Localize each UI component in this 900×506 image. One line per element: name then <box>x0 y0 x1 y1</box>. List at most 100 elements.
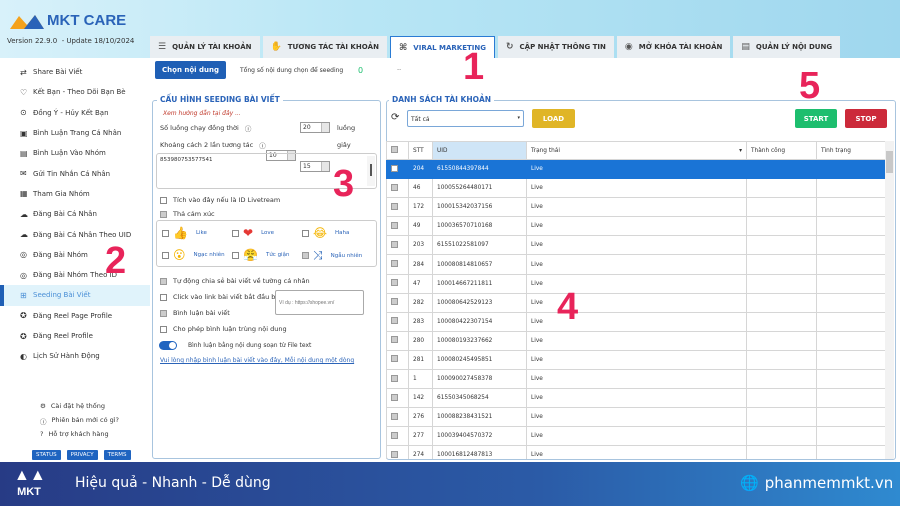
row-checkbox[interactable] <box>386 197 409 218</box>
auto-share-checkbox[interactable] <box>160 277 167 285</box>
reaction-checkbox[interactable] <box>162 251 169 259</box>
account-filter-select[interactable]: Tất cả ▾ <box>407 110 524 127</box>
reaction-option[interactable]: ⤨ Ngẫu nhiên <box>302 248 362 263</box>
sidebar-footer-link[interactable]: ⓘ Phiên bản mới có gì? <box>40 416 119 430</box>
livestream-checkbox[interactable] <box>160 196 167 204</box>
table-row[interactable]: 284 100080814810657 Live <box>386 254 885 275</box>
table-row[interactable]: 282 100080642529123 Live <box>386 292 885 313</box>
sidebar-item[interactable]: ◐ Lịch Sử Hành Động <box>0 346 150 366</box>
tab-3[interactable]: ↻ CẬP NHẬT THÔNG TIN <box>498 36 614 58</box>
row-checkbox[interactable] <box>386 426 409 447</box>
from-file-toggle[interactable] <box>159 341 177 350</box>
table-row[interactable]: 281 100080245495851 Live <box>386 349 885 371</box>
row-checkbox[interactable] <box>386 254 409 275</box>
sidebar-item[interactable]: ✪ Đăng Reel Profile <box>0 326 150 346</box>
table-row[interactable]: 142 61550345068254 Live <box>386 388 885 409</box>
reaction-checkbox[interactable] <box>232 251 239 259</box>
reaction-checkbox[interactable] <box>302 229 309 237</box>
row-checkbox[interactable] <box>386 407 409 428</box>
row-checkbox[interactable] <box>386 178 409 199</box>
row-checkbox[interactable] <box>386 235 409 256</box>
reaction-checkbox[interactable] <box>232 229 239 237</box>
sidebar-item[interactable]: ✉ Gửi Tin Nhắn Cá Nhân <box>0 163 150 183</box>
row-checkbox[interactable] <box>386 369 409 390</box>
sidebar-item[interactable]: ▤ Bình Luận Vào Nhóm <box>0 143 150 163</box>
help-icon[interactable]: ⓘ <box>245 123 252 133</box>
click-link-checkbox[interactable] <box>160 293 167 301</box>
tab-1[interactable]: ✋ TƯƠNG TÁC TÀI KHOẢN <box>262 36 387 58</box>
tab-5[interactable]: ▤ QUẢN LÝ NỘI DUNG <box>733 36 841 58</box>
row-checkbox[interactable] <box>386 158 409 180</box>
column-header[interactable]: Trạng thái ▾ <box>526 141 747 160</box>
reaction-option[interactable]: 😂 Haha <box>302 226 349 240</box>
table-row[interactable]: 274 100016812487813 Live <box>386 445 885 459</box>
sidebar-footer-link[interactable]: ⚙ Cài đặt hệ thống <box>40 402 119 416</box>
guide-link[interactable]: Xem hướng dẫn tại đây ... <box>163 110 241 117</box>
choose-content-button[interactable]: Chọn nội dung <box>155 61 226 79</box>
start-button[interactable]: START <box>795 109 837 128</box>
row-checkbox[interactable] <box>386 311 409 332</box>
table-row[interactable]: 204 61550844397844 Live <box>386 158 885 180</box>
textarea-scrollbar[interactable] <box>367 156 375 186</box>
link-prefix-input[interactable] <box>275 290 364 315</box>
table-row[interactable]: 280 100080193237662 Live <box>386 330 885 351</box>
sidebar-item[interactable]: ▦ Tham Gia Nhóm <box>0 184 150 204</box>
row-checkbox[interactable] <box>386 388 409 409</box>
table-row[interactable]: 47 100014667211811 Live <box>386 273 885 294</box>
legal-link[interactable]: STATUS <box>32 450 61 460</box>
table-row[interactable]: 1 100090027458378 Live <box>386 369 885 390</box>
table-row[interactable]: 283 100080422307154 Live <box>386 311 885 332</box>
legal-link[interactable]: PRIVACY <box>66 450 98 460</box>
column-header[interactable]: Thành công <box>746 141 817 160</box>
tab-4[interactable]: ◉ MỞ KHÓA TÀI KHOẢN <box>616 36 731 58</box>
sidebar-item[interactable]: ◎ Đăng Bài Nhóm Theo ID <box>0 265 150 285</box>
table-row[interactable]: 49 100036570710168 Live <box>386 216 885 237</box>
table-row[interactable]: 276 100088238431521 Live <box>386 407 885 428</box>
reaction-option[interactable]: ❤ Love <box>232 226 274 240</box>
comment-hint-link[interactable]: Vui lòng nhập bình luận bài viết vào đây… <box>160 357 354 364</box>
sidebar-item[interactable]: ☁ Đăng Bài Cá Nhân <box>0 204 150 224</box>
sidebar-item[interactable]: ◎ Đăng Bài Nhóm <box>0 245 150 265</box>
sidebar-item[interactable]: ☁ Đăng Bài Cá Nhân Theo UID <box>0 224 150 244</box>
tab-0[interactable]: ☰ QUẢN LÝ TÀI KHOẢN <box>150 36 260 58</box>
allow-duplicate-checkbox[interactable] <box>160 325 167 333</box>
website[interactable]: 🌐 phanmemmkt.vn <box>740 474 893 492</box>
table-row[interactable]: 172 100015342037156 Live <box>386 197 885 218</box>
table-row[interactable]: 46 100055264480171 Live <box>386 178 885 199</box>
select-all-checkbox[interactable] <box>386 141 409 160</box>
sidebar-item[interactable]: ⊙ Đồng Ý - Hủy Kết Bạn <box>0 103 150 123</box>
stt-cell: 276 <box>408 407 433 428</box>
column-header[interactable]: UID <box>432 141 527 160</box>
reaction-checkbox[interactable] <box>302 252 309 259</box>
react-checkbox[interactable] <box>160 210 167 218</box>
sidebar-item[interactable]: ♡ Kết Bạn - Theo Dõi Bạn Bè <box>0 82 150 102</box>
table-row[interactable]: 277 100039404570372 Live <box>386 426 885 447</box>
sidebar-footer-link[interactable]: ? Hỗ trợ khách hàng <box>40 430 119 444</box>
refresh-icon[interactable]: ⟳ <box>391 112 399 123</box>
help-icon[interactable]: ⓘ <box>259 140 266 150</box>
sidebar-item[interactable]: ⊞ Seeding Bài Viết <box>0 285 150 306</box>
row-checkbox[interactable] <box>386 349 409 371</box>
reaction-option[interactable]: 😮 Ngạc nhiên <box>162 248 225 262</box>
comment-checkbox[interactable] <box>160 309 167 317</box>
column-header[interactable]: Tình trạng <box>816 141 885 160</box>
row-checkbox[interactable] <box>386 292 409 313</box>
row-checkbox[interactable] <box>386 273 409 294</box>
row-checkbox[interactable] <box>386 445 409 459</box>
row-checkbox[interactable] <box>386 216 409 237</box>
stop-button[interactable]: STOP <box>845 109 887 128</box>
sidebar-item[interactable]: ⇄ Share Bài Viết <box>0 62 150 82</box>
hand-icon: ✋ <box>270 42 282 52</box>
sidebar-item[interactable]: ▣ Bình Luận Trang Cá Nhân <box>0 123 150 143</box>
row-checkbox[interactable] <box>386 330 409 351</box>
reaction-checkbox[interactable] <box>162 229 169 237</box>
table-row[interactable]: 203 61551022581097 Live <box>386 235 885 256</box>
reaction-option[interactable]: 👍 Like <box>162 226 207 240</box>
column-header[interactable]: STT <box>408 141 433 160</box>
threads-stepper[interactable]: 20 <box>300 122 330 133</box>
table-scrollbar[interactable] <box>885 141 894 459</box>
sidebar-item[interactable]: ✪ Đăng Reel Page Profile <box>0 306 150 326</box>
reaction-option[interactable]: 😤 Tức giận <box>232 248 289 262</box>
legal-link[interactable]: TERMS <box>103 450 131 460</box>
load-button[interactable]: LOAD <box>532 109 575 128</box>
